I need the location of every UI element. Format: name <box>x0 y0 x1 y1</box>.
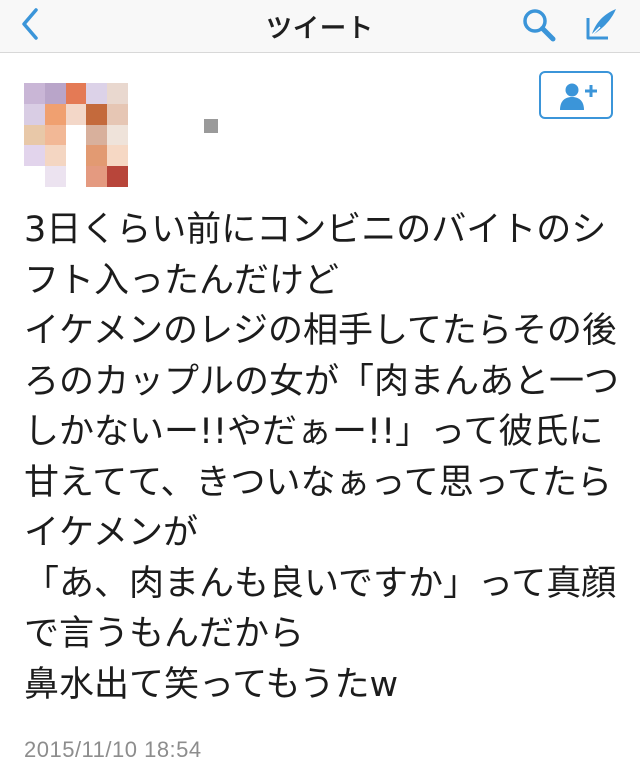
avatar[interactable] <box>24 83 128 187</box>
tweet-timestamp: 2015/11/10 18:54 <box>24 737 202 762</box>
compose-tweet-icon[interactable] <box>580 4 620 44</box>
navigation-bar: ツイート <box>0 0 640 53</box>
tweet-text: 3日くらい前にコンビニのバイトのシフト入ったんだけど イケメンのレジの相手してた… <box>24 210 620 705</box>
add-user-icon <box>560 83 597 110</box>
search-icon[interactable] <box>520 6 558 44</box>
tweet-detail: 3日くらい前にコンビニのバイトのシフト入ったんだけど イケメンのレジの相手してた… <box>0 53 640 784</box>
author-name-redacted <box>204 119 218 133</box>
follow-button[interactable] <box>539 71 613 119</box>
